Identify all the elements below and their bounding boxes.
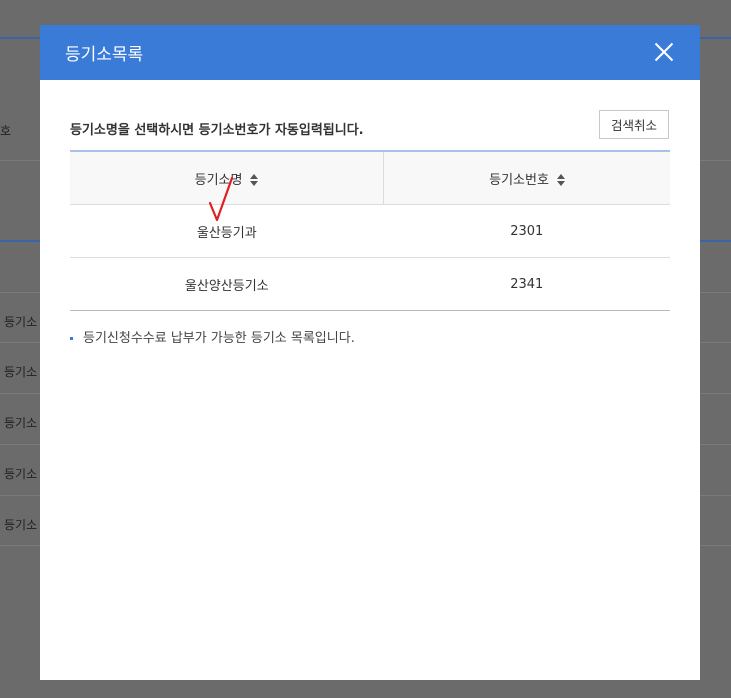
registry-list-modal: 등기소목록 등기소명을 선택하시면 등기소번호가 자동입력됩니다. 검색취소 등…	[40, 25, 700, 680]
bg-row-label: 호	[0, 124, 12, 138]
red-checkmark-annotation-icon	[208, 176, 234, 222]
sort-icon[interactable]	[250, 174, 259, 186]
cancel-search-button[interactable]: 검색취소	[599, 110, 669, 139]
sort-icon[interactable]	[556, 174, 565, 186]
table-header-row: 등기소명 등기소번호	[70, 150, 670, 205]
bullet-icon	[70, 337, 73, 340]
bg-list-item: 등기소	[4, 467, 38, 481]
bg-list-item: 등기소	[4, 315, 38, 329]
modal-header: 등기소목록	[40, 25, 700, 80]
bg-rule	[700, 37, 731, 39]
registry-name-cell[interactable]: 울산양산등기소	[70, 257, 384, 311]
bg-list-item: 등기소	[4, 518, 38, 532]
registry-table: 등기소명 등기소번호 울산등기과 2301 울산양산등기소 2341	[70, 150, 670, 311]
table-row[interactable]: 울산등기과 2301	[70, 204, 670, 258]
table-row[interactable]: 울산양산등기소 2341	[70, 257, 670, 311]
info-note: 등기신청수수료 납부가 가능한 등기소 목록입니다.	[70, 327, 355, 346]
close-icon[interactable]	[654, 42, 674, 62]
modal-description: 등기소명을 선택하시면 등기소번호가 자동입력됩니다.	[70, 123, 364, 138]
modal-title: 등기소목록	[65, 45, 144, 65]
column-header-code[interactable]: 등기소번호	[383, 150, 670, 205]
registry-code-cell: 2341	[383, 257, 670, 311]
bg-rule	[0, 37, 40, 39]
registry-code-cell: 2301	[383, 204, 670, 258]
bg-list-item: 등기소	[4, 416, 38, 430]
bg-list-item: 등기소	[4, 365, 38, 379]
